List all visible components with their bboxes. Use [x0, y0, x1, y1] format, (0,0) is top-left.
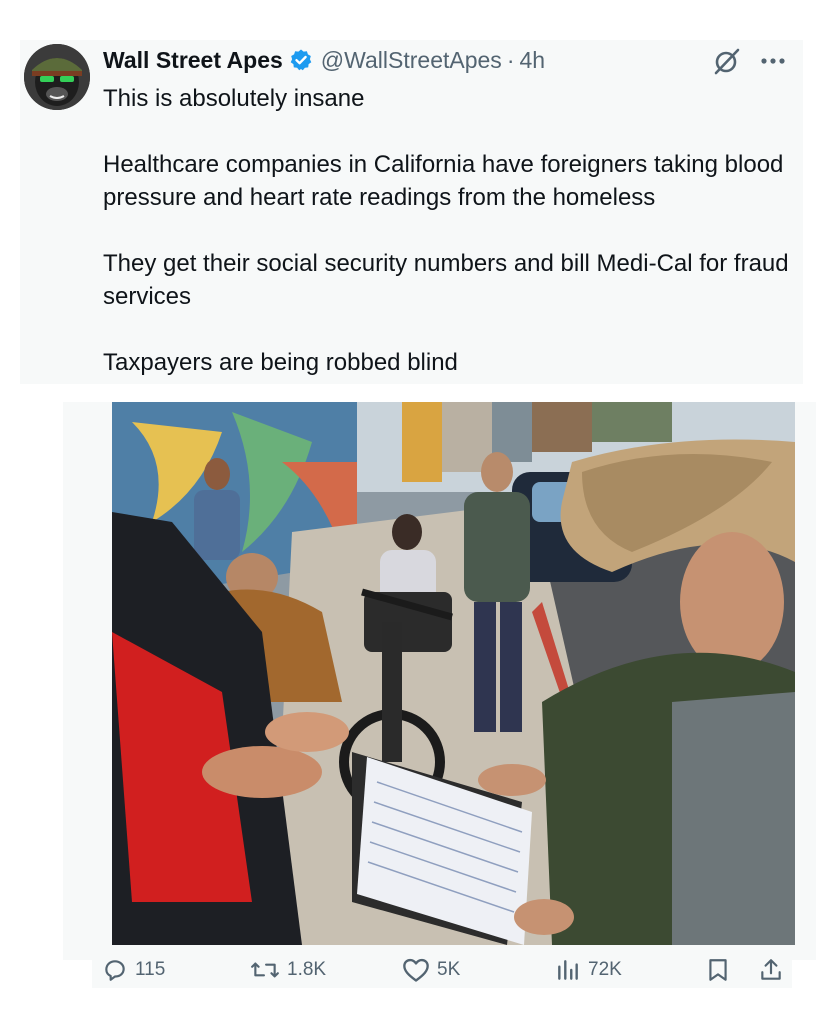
views-chart-icon [558, 960, 578, 980]
tweet-paragraph: Taxpayers are being robbed blind [103, 349, 458, 376]
view-count: 72K [588, 959, 622, 980]
repost-icon [251, 962, 279, 978]
grok-icon[interactable] [710, 44, 744, 78]
repost-count: 1.8K [287, 959, 327, 980]
bookmark-button[interactable] [706, 956, 730, 984]
street-photo-icon [112, 402, 795, 945]
repost-button[interactable]: 1.8K [250, 956, 326, 984]
tweet-paragraph: They get their social security numbers a… [103, 250, 789, 310]
reply-count: 115 [135, 959, 166, 980]
tweet-text: This is absolutely insane Healthcare com… [103, 82, 793, 379]
gorilla-avatar-icon [24, 44, 90, 110]
author-name[interactable]: Wall Street Apes [103, 47, 283, 74]
post-timestamp[interactable]: 4h [519, 47, 545, 74]
tweet-photo[interactable] [112, 402, 795, 945]
header-separator: · [506, 46, 515, 73]
share-icon [761, 959, 781, 980]
bookmark-icon [709, 959, 727, 981]
author-handle[interactable]: @WallStreetApes [321, 47, 502, 74]
tweet-header: Wall Street Apes @WallStreetApes · 4h [103, 44, 545, 76]
like-button[interactable]: 5K [402, 956, 460, 984]
tweet-paragraph: This is absolutely insane [103, 85, 365, 112]
verified-badge-icon[interactable] [289, 48, 313, 72]
share-button[interactable] [758, 956, 784, 984]
more-options-icon[interactable] [756, 44, 790, 78]
views-button[interactable]: 72K [555, 956, 622, 984]
like-count: 5K [437, 959, 461, 980]
heart-icon [403, 958, 429, 982]
tweet-paragraph: Healthcare companies in California have … [103, 151, 784, 211]
reply-button[interactable]: 115 [102, 956, 165, 984]
avatar[interactable] [24, 44, 90, 110]
reply-icon [105, 960, 125, 981]
